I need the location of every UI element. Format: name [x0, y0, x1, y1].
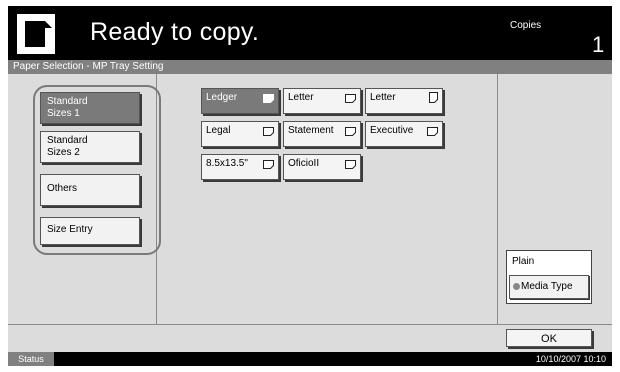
- media-type-label: Media Type: [521, 281, 573, 292]
- size-label: Letter: [288, 92, 314, 103]
- tab-size-entry[interactable]: Size Entry: [40, 217, 140, 245]
- current-media-type: Plain: [512, 256, 535, 267]
- size-button-statement[interactable]: Statement: [283, 121, 361, 147]
- header-bar: Ready to copy. Copies 1: [8, 6, 612, 60]
- size-grid: Ledger Letter Letter Legal Statement Exe…: [157, 74, 498, 324]
- size-button-executive[interactable]: Executive: [365, 121, 443, 147]
- action-bar: OK: [8, 324, 612, 352]
- document-icon: [17, 14, 55, 54]
- date-time: 10/10/2007 10:10: [535, 354, 606, 364]
- landscape-paper-icon: [263, 94, 274, 103]
- paper-selection-panel: Paper Selection - MP Tray Setting Standa…: [8, 60, 612, 352]
- tab-label: Others: [47, 183, 78, 194]
- portrait-paper-icon: [429, 92, 438, 103]
- size-button-oficio-ii[interactable]: OficioII: [283, 154, 361, 180]
- tab-label-line1: Standard: [47, 135, 88, 146]
- tab-label: Size Entry: [47, 224, 93, 235]
- media-type-panel: Plain Media Type: [506, 250, 592, 304]
- landscape-paper-icon: [345, 160, 356, 169]
- landscape-paper-icon: [263, 127, 274, 136]
- size-button-letter-landscape[interactable]: Letter: [283, 88, 361, 114]
- size-button-ledger[interactable]: Ledger: [201, 88, 279, 114]
- copier-screen: Ready to copy. Copies 1 Paper Selection …: [8, 6, 612, 366]
- landscape-paper-icon: [345, 94, 356, 103]
- status-button[interactable]: Status: [8, 352, 54, 366]
- tab-label-line2: Sizes 1: [47, 108, 80, 119]
- size-button-letter-portrait[interactable]: Letter: [365, 88, 443, 114]
- size-label: OficioII: [288, 158, 320, 169]
- copies-count: 1: [592, 32, 605, 57]
- size-label: Ledger: [206, 92, 238, 103]
- size-tab-column: Standard Sizes 1 Standard Sizes 2 Others…: [8, 74, 161, 324]
- media-type-button[interactable]: Media Type: [509, 275, 589, 299]
- size-label: Letter: [370, 92, 396, 103]
- status-bar: Status 10/10/2007 10:10: [8, 352, 612, 366]
- landscape-paper-icon: [345, 127, 356, 136]
- size-label: Executive: [370, 125, 414, 136]
- ok-button[interactable]: OK: [506, 329, 592, 347]
- size-label: Legal: [206, 125, 231, 136]
- tab-standard-sizes-2[interactable]: Standard Sizes 2: [40, 131, 140, 163]
- landscape-paper-icon: [427, 127, 438, 136]
- tab-label-line2: Sizes 2: [47, 147, 80, 158]
- tab-others[interactable]: Others: [40, 174, 140, 206]
- size-label: 8.5x13.5": [206, 158, 248, 169]
- copies-label: Copies: [510, 20, 542, 31]
- media-column: Plain Media Type: [498, 74, 612, 324]
- status-message: Ready to copy.: [90, 18, 260, 46]
- size-label: Statement: [288, 125, 334, 136]
- tab-standard-sizes-1[interactable]: Standard Sizes 1: [40, 92, 140, 124]
- indicator-dot-icon: [513, 283, 520, 290]
- size-button-legal[interactable]: Legal: [201, 121, 279, 147]
- landscape-paper-icon: [263, 160, 274, 169]
- size-button-8-5x13-5[interactable]: 8.5x13.5": [201, 154, 279, 180]
- panel-title: Paper Selection - MP Tray Setting: [8, 60, 612, 74]
- tab-label-line1: Standard: [47, 96, 88, 107]
